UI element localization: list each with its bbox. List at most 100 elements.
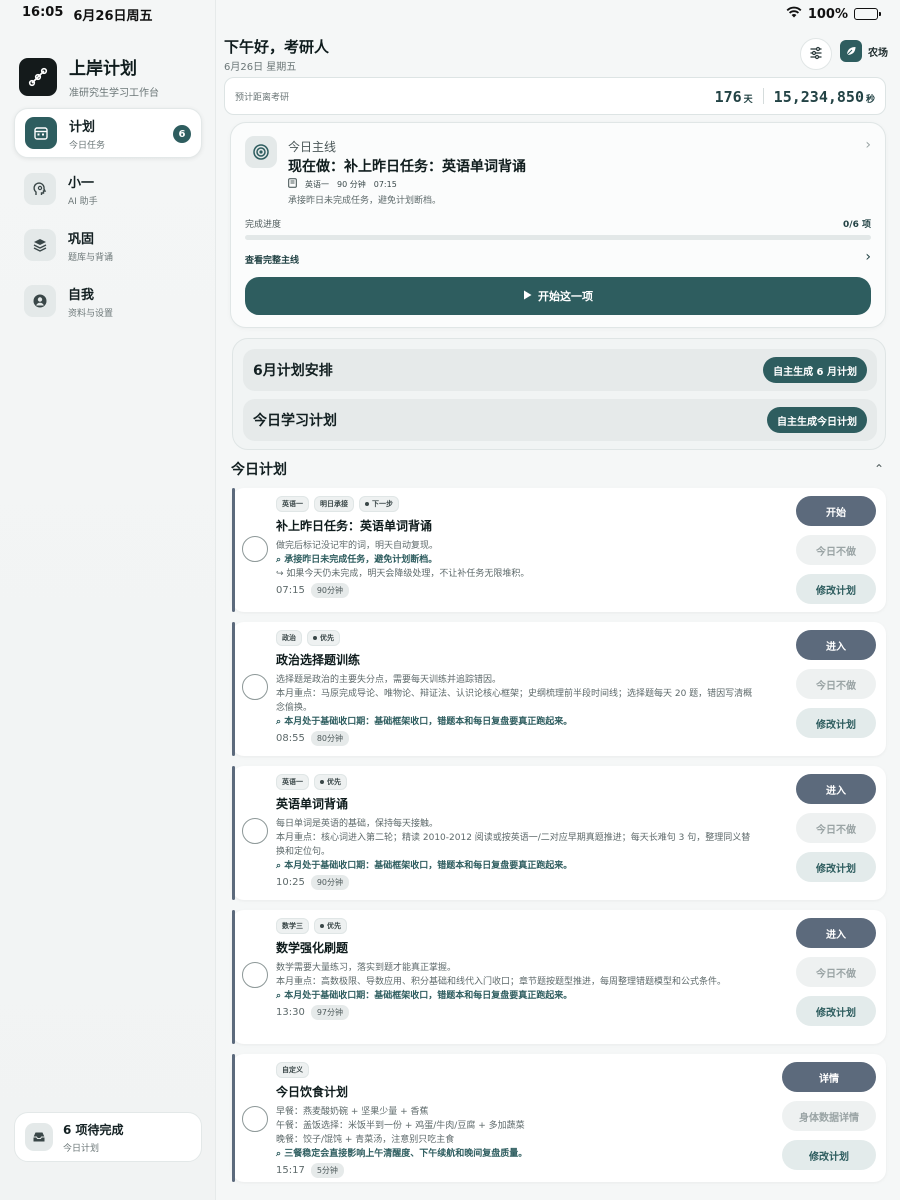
task-time: 10:25	[276, 877, 305, 888]
status-date: 6月26日周五	[73, 8, 153, 24]
skip-today-button[interactable]: 今日不做	[796, 957, 876, 987]
enter-button[interactable]: 进入	[796, 918, 876, 948]
today-mainline-card[interactable]: 今日主线 现在做：补上昨日任务：英语单词背诵 英语一 90 分钟 07:15 承…	[230, 122, 886, 328]
generate-month-plan-button[interactable]: 自主生成 6 月计划	[763, 357, 867, 383]
farm-button[interactable]: 农场	[840, 40, 888, 62]
task-focus: 本月重点：马原完成导论、唯物论、辩证法、认识论核心框架；史纲梳理前半段时间线；选…	[276, 689, 753, 713]
meal-lunch: 午餐：盖饭选择：米饭半到一份 + 鸡蛋/牛肉/豆腐 + 多加蔬菜	[276, 1121, 525, 1131]
task-tag: 数学三	[276, 918, 309, 934]
settings-button[interactable]	[800, 38, 832, 70]
pending-sub: 今日计划	[63, 1143, 100, 1154]
view-mainline-link[interactable]: 查看完整主线	[245, 253, 299, 266]
task-tag: 优先	[314, 774, 347, 790]
task-time: 07:15	[276, 585, 305, 596]
details-button[interactable]: 详情	[782, 1062, 876, 1092]
search-icon: ⌕	[276, 991, 285, 1001]
task-tag: 自定义	[276, 1062, 309, 1078]
countdown-days: 176	[714, 87, 742, 106]
task-duration: 80分钟	[310, 731, 350, 746]
task-tag: 英语一	[276, 774, 309, 790]
countdown-label: 预计距离考研	[235, 92, 290, 103]
task-time: 08:55	[276, 733, 305, 744]
task-note-text: 本月处于基础收口期：基础框架收口，错题本和每日复盘要真正跑起来。	[284, 991, 573, 1001]
sidebar-item-label: 计划	[69, 119, 96, 135]
task-duration: 90分钟	[310, 875, 350, 890]
task-card[interactable]: 自定义 今日饮食计划 早餐：燕麦酸奶碗 + 坚果少量 + 香蕉 午餐：盖饭选择：…	[232, 1054, 886, 1182]
task-checkbox[interactable]	[242, 674, 268, 700]
dot-icon	[320, 780, 324, 784]
task-desc: 每日单词是英语的基础，保持每天接触。	[276, 819, 439, 829]
edit-plan-button[interactable]: 修改计划	[796, 708, 876, 738]
task-card[interactable]: 数学三 优先 数学强化刷题 数学需要大量练习，落实到题才能真正掌握。 本月重点：…	[232, 910, 886, 1044]
count-badge: 6	[173, 125, 191, 143]
task-tag: 下一步	[359, 496, 399, 512]
sidebar-item-sub: 资料与设置	[68, 308, 114, 319]
task-duration: 90分钟	[310, 583, 350, 598]
battery-percent: 100%	[807, 6, 848, 22]
enter-button[interactable]: 进入	[796, 630, 876, 660]
task-checkbox[interactable]	[242, 962, 268, 988]
user-icon	[24, 285, 56, 317]
task-card[interactable]: 政治 优先 政治选择题训练 选择题是政治的主要失分点，需要每天训练并追踪错因。 …	[232, 622, 886, 756]
task-tag: 优先	[307, 630, 340, 646]
task-tag-label: 优先	[327, 778, 341, 786]
skip-today-button[interactable]: 今日不做	[796, 669, 876, 699]
task-time: 13:30	[276, 1007, 305, 1018]
layers-icon	[24, 229, 56, 261]
mainline-meta: 英语一 90 分钟 07:15	[288, 178, 397, 190]
generate-today-plan-button[interactable]: 自主生成今日计划	[767, 407, 867, 433]
sidebar-item-plan[interactable]: 计划 今日任务 6	[14, 108, 202, 158]
edit-plan-button[interactable]: 修改计划	[796, 996, 876, 1026]
countdown-seconds: 15,234,850	[773, 87, 864, 106]
target-icon	[245, 136, 277, 168]
search-icon: ⌕	[276, 717, 285, 727]
task-tag: 政治	[276, 630, 302, 646]
mainline-desc: 承接昨日未完成任务，避免计划断档。	[288, 196, 442, 206]
task-tag-label: 下一步	[372, 500, 393, 508]
task-note-text: 本月处于基础收口期：基础框架收口，错题本和每日复盘要真正跑起来。	[284, 861, 573, 871]
seconds-unit: 秒	[865, 94, 875, 105]
body-data-button[interactable]: 身体数据详情	[782, 1101, 876, 1131]
app-logo-icon	[19, 57, 57, 96]
task-card[interactable]: 英语一 明日承接 下一步 补上昨日任务：英语单词背诵 做完后标记没记牢的词，明天…	[232, 488, 886, 612]
enter-button[interactable]: 进入	[796, 774, 876, 804]
task-card[interactable]: 英语一 优先 英语单词背诵 每日单词是英语的基础，保持每天接触。 本月重点：核心…	[232, 766, 886, 900]
task-desc: 选择题是政治的主要失分点，需要每天训练并追踪错因。	[276, 675, 502, 685]
sidebar-nav: 计划 今日任务 6 小一 AI 助手 巩固 题库与背诵 自我 资料与设置	[14, 108, 202, 332]
edit-plan-button[interactable]: 修改计划	[796, 852, 876, 882]
redirect-icon: ↪	[276, 569, 287, 579]
inbox-icon	[25, 1123, 53, 1151]
today-plan-row: 今日学习计划 自主生成今日计划	[243, 399, 877, 441]
start-button[interactable]: 开始	[796, 496, 876, 526]
task-desc: 数学需要大量练习，落实到题才能真正掌握。	[276, 963, 457, 973]
mainline-subject: 英语一	[305, 179, 329, 189]
task-checkbox[interactable]	[242, 536, 268, 562]
edit-plan-button[interactable]: 修改计划	[796, 574, 876, 604]
skip-today-button[interactable]: 今日不做	[796, 813, 876, 843]
mainline-heading: 今日主线	[288, 140, 337, 154]
chevron-right-icon[interactable]: ›	[865, 137, 871, 153]
divider	[762, 88, 764, 104]
task-note-secondary-text: 如果今天仍未完成，明天会降级处理，不让补任务无限堆积。	[286, 569, 530, 579]
chevron-up-icon[interactable]: ⌃	[874, 462, 884, 476]
status-bar: 16:05 6月26日周五 100%	[0, 0, 900, 28]
sidebar-item-assistant[interactable]: 小一 AI 助手	[14, 164, 202, 214]
task-checkbox[interactable]	[242, 1106, 268, 1132]
skip-today-button[interactable]: 今日不做	[796, 535, 876, 565]
chevron-right-icon[interactable]: ›	[865, 249, 871, 265]
task-duration: 97分钟	[310, 1005, 350, 1020]
sidebar-item-profile[interactable]: 自我 资料与设置	[14, 276, 202, 326]
play-icon	[523, 290, 532, 303]
task-tag-label: 优先	[327, 922, 341, 930]
sidebar-item-sub: AI 助手	[68, 196, 98, 207]
edit-plan-button[interactable]: 修改计划	[782, 1140, 876, 1170]
task-title: 今日饮食计划	[276, 1085, 349, 1099]
start-task-button[interactable]: 开始这一项	[245, 277, 871, 315]
sidebar-item-review[interactable]: 巩固 题库与背诵	[14, 220, 202, 270]
search-icon: ⌕	[276, 1149, 285, 1159]
pending-summary[interactable]: 6 项待完成 今日计划	[14, 1112, 202, 1162]
sidebar-item-sub: 今日任务	[69, 140, 106, 151]
task-note: ⌕ 承接昨日未完成任务，避免计划断档。	[276, 553, 529, 567]
task-note: ⌕ 本月处于基础收口期：基础框架收口，错题本和每日复盘要真正跑起来。	[276, 715, 756, 729]
task-checkbox[interactable]	[242, 818, 268, 844]
